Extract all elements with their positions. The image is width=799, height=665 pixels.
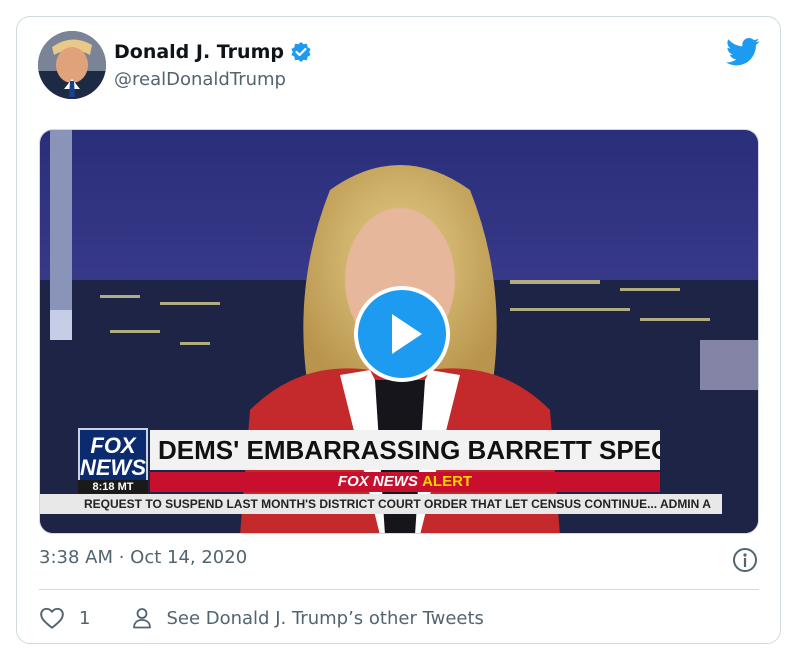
video-player[interactable]: FOX NEWS 8:18 MT DEMS' EMBARRASSING BARR… [39, 129, 759, 534]
author-name-row[interactable]: Donald J. Trump [114, 41, 312, 63]
chyron-alert: FOX NEWS ALERT [150, 472, 660, 492]
person-icon [130, 606, 154, 630]
chyron-alert-word: ALERT [422, 473, 473, 490]
avatar[interactable] [38, 31, 106, 99]
divider [39, 589, 759, 590]
tweet-timestamp[interactable]: 3:38 AM · Oct 14, 2020 [39, 547, 247, 568]
news-chyron: FOX NEWS 8:18 MT DEMS' EMBARRASSING BARR… [40, 428, 722, 520]
play-icon [392, 314, 422, 354]
other-tweets-link[interactable]: See Donald J. Trump’s other Tweets [130, 606, 484, 630]
twitter-bird-icon[interactable] [726, 37, 760, 67]
fox-logo-line2: NEWS [80, 455, 146, 480]
chyron-clock: 8:18 MT [78, 480, 148, 495]
chyron-ticker: REQUEST TO SUSPEND LAST MONTH'S DISTRICT… [40, 494, 722, 514]
other-tweets-label: See Donald J. Trump’s other Tweets [166, 607, 484, 629]
verified-badge-icon [290, 41, 312, 63]
author-name[interactable]: Donald J. Trump [114, 41, 284, 63]
fox-logo-line1: FOX [90, 433, 136, 458]
tweet-card[interactable]: Donald J. Trump @realDonaldTrump FOX NEW… [16, 16, 781, 644]
chyron-headline: DEMS' EMBARRASSING BARRETT SPECTACLE [150, 430, 660, 470]
author-handle[interactable]: @realDonaldTrump [114, 69, 286, 90]
chyron-alert-prefix: FOX NEWS [337, 473, 418, 490]
info-icon[interactable] [732, 547, 758, 573]
tweet-actions: 1 See Donald J. Trump’s other Tweets [39, 603, 484, 633]
play-button[interactable] [354, 286, 450, 382]
heart-icon[interactable] [39, 605, 65, 631]
like-count[interactable]: 1 [79, 608, 90, 629]
